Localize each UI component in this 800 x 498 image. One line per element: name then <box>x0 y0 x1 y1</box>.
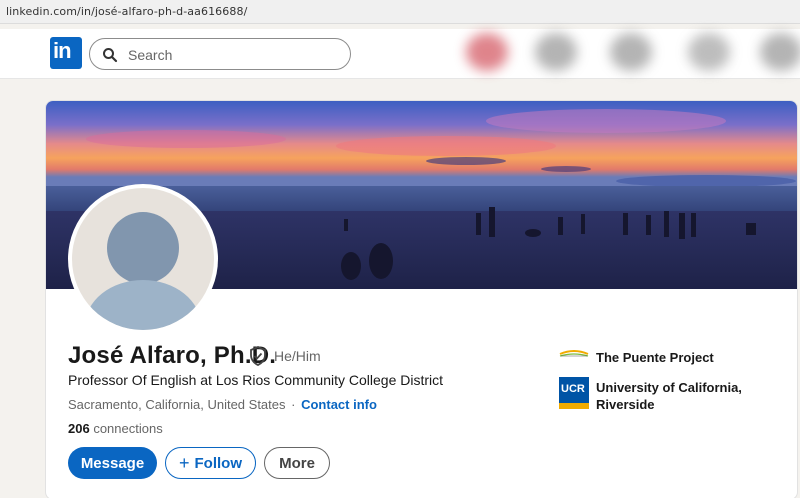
profile-headline: Professor Of English at Los Rios Communi… <box>68 372 444 388</box>
avatar <box>72 188 214 330</box>
url-text[interactable]: linkedin.com/in/josé-alfaro-ph-d-aa61668… <box>6 5 247 18</box>
connections-count[interactable]: 206 connections <box>68 421 163 436</box>
linkedin-logo-text: in <box>53 38 72 63</box>
profile-photo[interactable] <box>68 184 218 334</box>
search-icon <box>103 48 118 63</box>
profile-name: José Alfaro, Ph.D. <box>68 342 277 369</box>
browser-url-bar[interactable]: linkedin.com/in/josé-alfaro-ph-d-aa61668… <box>0 0 800 24</box>
default-avatar-icon <box>85 212 201 330</box>
pronouns: He/Him <box>274 348 321 364</box>
ucr-logo: UCR <box>559 377 589 409</box>
nav-item-messaging[interactable] <box>688 33 730 71</box>
linkedin-logo[interactable]: in <box>50 37 82 69</box>
follow-label: Follow <box>194 454 243 472</box>
search-input[interactable]: Search <box>89 38 351 70</box>
connections-number: 206 <box>68 421 90 436</box>
ucr-logo-text: UCR <box>561 383 585 395</box>
nav-item-network[interactable] <box>535 33 577 71</box>
nav-item-home[interactable] <box>466 33 508 71</box>
location-text: Sacramento, California, United States <box>68 397 286 412</box>
puente-logo <box>559 350 589 357</box>
search-placeholder: Search <box>128 47 173 63</box>
nav-item-jobs[interactable] <box>610 33 652 71</box>
top-navbar: in Search <box>0 29 800 79</box>
more-button[interactable]: More <box>264 447 330 479</box>
org-puente-project[interactable]: The Puente Project <box>596 349 714 366</box>
profile-location: Sacramento, California, United States · … <box>68 397 377 412</box>
org-uc-riverside[interactable]: University of California, Riverside <box>596 379 766 413</box>
connections-label: connections <box>93 421 163 436</box>
plus-icon: + <box>178 452 190 473</box>
message-button[interactable]: Message <box>68 447 157 479</box>
separator: · <box>291 397 296 412</box>
follow-button[interactable]: + Follow <box>165 447 256 479</box>
contact-info-link[interactable]: Contact info <box>301 397 377 412</box>
verified-shield-icon[interactable] <box>249 346 267 366</box>
nav-item-notifications[interactable] <box>760 33 800 71</box>
